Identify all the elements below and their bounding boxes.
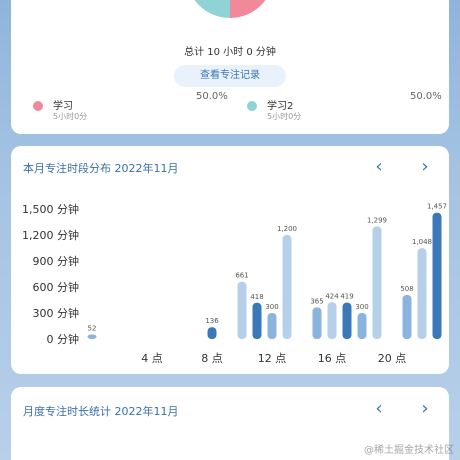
bar[interactable] — [282, 235, 292, 339]
bar[interactable] — [402, 294, 412, 339]
bar-value-label: 1,048 — [412, 238, 432, 246]
distribution-bar-chart: 0 分钟 300 分钟 600 分钟 900 分钟 1,200 分钟 1,500 分钟 5… — [22, 202, 447, 365]
bar[interactable] — [237, 281, 247, 339]
pie-slice-study2 — [194, 0, 230, 18]
y-tick-label: 900 分钟 — [33, 254, 80, 268]
legend-dot — [247, 101, 257, 111]
bar-value-label: 1,299 — [367, 216, 387, 224]
y-tick-label: 300 分钟 — [33, 306, 80, 320]
y-tick-label: 1,500 分钟 — [22, 202, 79, 216]
bar-value-label: 1,200 — [277, 225, 297, 233]
legend-duration: 5小时0分 — [53, 112, 88, 121]
bar-value-label: 52 — [88, 324, 97, 332]
summary-card: 总计 10 小时 0 分钟 查看专注记录 学习 5小时0分 50.0% 学习2 … — [11, 0, 449, 134]
bar[interactable] — [87, 334, 97, 339]
chevron-left-icon[interactable]: ‹ — [370, 400, 388, 418]
bar-value-label: 136 — [205, 317, 219, 325]
y-tick-label: 1,200 分钟 — [22, 228, 79, 242]
bar-value-label: 419 — [340, 293, 353, 301]
pie-slice-study — [230, 0, 266, 18]
x-tick-label: 8 点 — [201, 352, 223, 365]
bar-value-label: 300 — [355, 303, 368, 311]
legend-percent: 50.0% — [410, 91, 442, 102]
distribution-card: 本月专注时段分布 2022年11月 ‹ › 0 分钟 300 分钟 600 分钟 90… — [11, 146, 449, 374]
x-tick-label: 12 点 — [258, 352, 287, 365]
bar[interactable] — [312, 307, 322, 339]
legend-item-study2: 学习2 5小时0分 — [247, 97, 367, 125]
bar[interactable] — [252, 302, 262, 339]
bar[interactable] — [267, 313, 277, 339]
bar[interactable] — [327, 302, 337, 339]
watermark: @稀土掘金技术社区 — [364, 445, 454, 456]
bar[interactable] — [207, 327, 217, 339]
legend-duration: 5小时0分 — [267, 112, 302, 121]
bar-value-label: 300 — [265, 303, 278, 311]
bar-value-label: 424 — [325, 292, 339, 300]
view-records-button[interactable]: 查看专注记录 — [174, 65, 286, 87]
legend-percent: 50.0% — [196, 91, 228, 102]
bar[interactable] — [372, 226, 382, 339]
y-tick-label: 600 分钟 — [33, 280, 80, 294]
x-tick-label: 16 点 — [318, 352, 347, 365]
x-tick-label: 20 点 — [378, 352, 407, 365]
bar[interactable] — [432, 212, 442, 339]
legend-name: 学习2 — [267, 101, 294, 112]
legend-item-study: 学习 5小时0分 — [33, 97, 153, 125]
bar-value-label: 508 — [400, 285, 413, 293]
bar-value-label: 1,457 — [427, 203, 447, 211]
bar-value-label: 661 — [235, 272, 248, 280]
bar[interactable] — [342, 302, 352, 339]
legend-name: 学习 — [53, 101, 73, 112]
bar[interactable] — [417, 248, 427, 339]
x-tick-label: 4 点 — [141, 352, 163, 365]
legend-dot — [33, 101, 43, 111]
y-tick-label: 0 分钟 — [47, 332, 80, 346]
pie-chart — [194, 0, 266, 18]
bar-value-label: 365 — [310, 297, 323, 305]
bar-value-label: 418 — [250, 293, 263, 301]
total-duration: 总计 10 小时 0 分钟 — [184, 47, 276, 58]
bar[interactable] — [357, 313, 367, 339]
monthly-title: 月度专注时长统计 2022年11月 — [23, 405, 179, 418]
chevron-right-icon[interactable]: › — [416, 400, 434, 418]
